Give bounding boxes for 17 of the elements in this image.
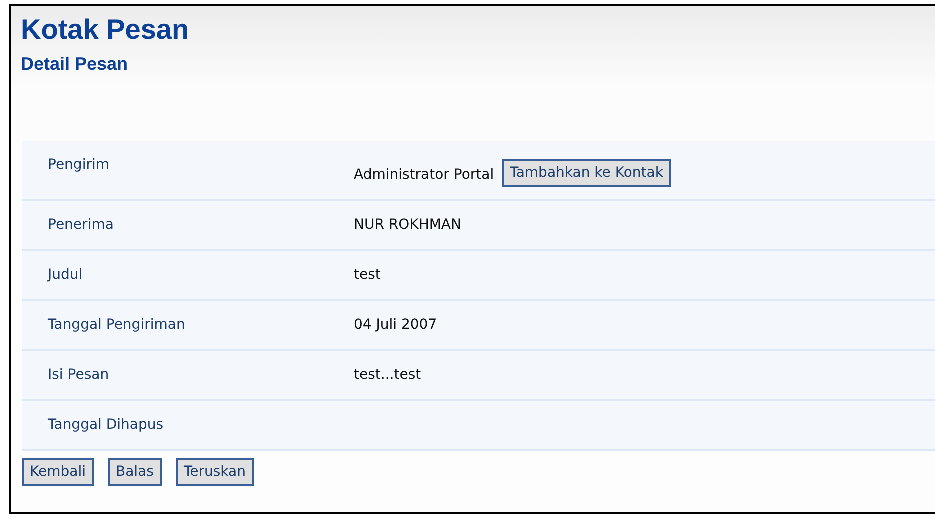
- field-value: test...test: [354, 367, 422, 383]
- field-label: Penerima: [47, 217, 115, 233]
- action-button[interactable]: Balas: [108, 458, 162, 486]
- field-value: NUR ROKHMAN: [354, 217, 462, 233]
- field-label: Tanggal Pengiriman: [47, 317, 186, 333]
- section-title: Detail Pesan: [21, 54, 130, 75]
- field-value: test: [354, 267, 381, 283]
- action-button[interactable]: Kembali: [22, 458, 94, 486]
- field-value: 04 Juli 2007: [354, 317, 438, 333]
- page-title: Kotak Pesan: [21, 14, 190, 46]
- field-label: Isi Pesan: [47, 367, 110, 383]
- add-contact-button[interactable]: Tambahkan ke Kontak: [502, 159, 672, 187]
- field-label: Pengirim: [47, 157, 110, 173]
- action-button[interactable]: Teruskan: [176, 458, 254, 486]
- field-label: Judul: [46, 267, 84, 283]
- field-value: Administrator Portal: [354, 167, 494, 183]
- field-label: Tanggal Dihapus: [47, 417, 165, 433]
